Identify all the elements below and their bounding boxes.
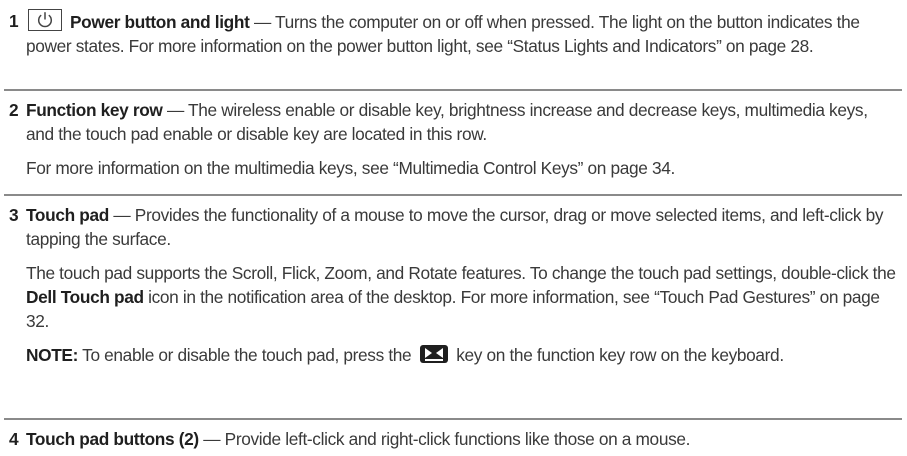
note-paragraph: NOTE: To enable or disable the touch pad… — [26, 343, 898, 367]
item-description: Provide left-click and right-click funct… — [224, 429, 691, 449]
item-number: 4 — [9, 429, 19, 449]
em-dash: — — [253, 12, 271, 32]
note-text: To enable or disable the touch pad, pres… — [78, 345, 416, 365]
item-body: Touch pad — Provides the functionality o… — [26, 203, 898, 367]
extra-text: The touch pad supports the Scroll, Flick… — [26, 263, 896, 283]
list-item: 4 Touch pad buttons (2) — Provide left-c… — [0, 427, 907, 451]
item-term: Touch pad — [26, 205, 109, 225]
note-text: key on the function key row on the keybo… — [451, 345, 784, 365]
item-number: 2 — [9, 100, 19, 120]
item-paragraph: Touch pad — Provides the functionality o… — [26, 203, 898, 251]
divider — [4, 194, 902, 196]
dell-touch-pad-name: Dell Touch pad — [26, 287, 144, 307]
list-item: 2 Function key row — The wireless enable… — [0, 98, 907, 180]
em-dash: — — [203, 429, 221, 449]
item-term: Touch pad buttons (2) — [26, 429, 199, 449]
item-term: Power button and light — [70, 12, 250, 32]
list-item: 1 Power button and light — Turns the com… — [0, 9, 907, 58]
em-dash: — — [113, 205, 131, 225]
divider — [4, 89, 902, 91]
power-icon — [28, 9, 62, 31]
item-body: Touch pad buttons (2) — Provide left-cli… — [26, 427, 898, 451]
em-dash: — — [166, 100, 184, 120]
divider — [4, 418, 902, 420]
item-number: 3 — [9, 205, 19, 225]
document-page: 1 Power button and light — Turns the com… — [0, 0, 907, 456]
item-term: Function key row — [26, 100, 163, 120]
item-extra-paragraph: For more information on the multimedia k… — [26, 158, 675, 178]
note-label: NOTE: — [26, 345, 79, 365]
item-description: Provides the functionality of a mouse to… — [26, 205, 884, 249]
list-item: 3 Touch pad — Provides the functionality… — [0, 203, 907, 367]
touchpad-toggle-key-icon — [419, 344, 449, 364]
item-paragraph: Power button and light — Turns the compu… — [26, 9, 898, 58]
item-paragraph: Touch pad buttons (2) — Provide left-cli… — [26, 427, 898, 451]
item-number: 1 — [9, 11, 19, 31]
extra-text: icon in the notification area of the des… — [26, 287, 880, 331]
item-body: Function key row — The wireless enable o… — [26, 98, 898, 180]
item-paragraph: Function key row — The wireless enable o… — [26, 98, 898, 146]
item-extra-paragraph: The touch pad supports the Scroll, Flick… — [26, 261, 898, 333]
item-body: Power button and light — Turns the compu… — [26, 9, 898, 58]
